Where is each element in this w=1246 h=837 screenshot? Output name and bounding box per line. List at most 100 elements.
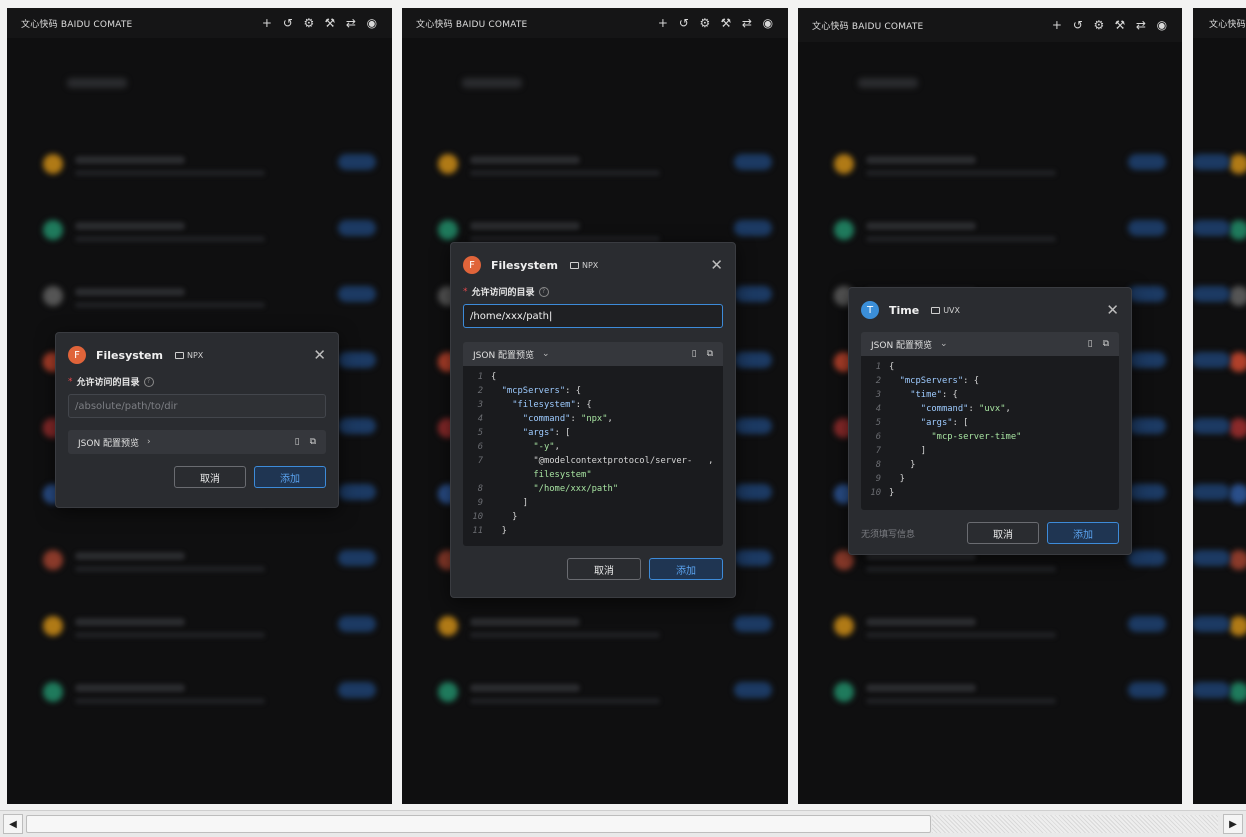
account-icon[interactable]: ◉ bbox=[366, 16, 378, 30]
scroll-right-arrow-icon[interactable]: ▶ bbox=[1223, 814, 1243, 834]
duplicate-icon[interactable]: ⧉ bbox=[310, 437, 316, 447]
history-icon[interactable]: ↺ bbox=[678, 16, 690, 30]
blurred-list-item bbox=[834, 220, 1166, 244]
json-code-view: 1{2 "mcpServers": {3 "time": {4 "command… bbox=[861, 356, 1119, 510]
no-input-hint: 无须填写信息 bbox=[861, 529, 916, 540]
tools-icon[interactable]: ⚒ bbox=[1114, 18, 1126, 32]
cancel-button[interactable]: 取消 bbox=[567, 558, 641, 580]
filesystem-dialog-expanded: F Filesystem NPX ✕ * 允许访问的目录? /home/xxx/p… bbox=[450, 242, 736, 598]
line-number: 10 bbox=[870, 488, 881, 498]
add-button[interactable]: 添加 bbox=[254, 466, 326, 488]
server-avatar: T bbox=[861, 301, 879, 319]
settings-icon[interactable]: ⚙ bbox=[699, 16, 711, 30]
blurred-list-item bbox=[438, 616, 772, 640]
json-code-view: 1{2 "mcpServers": {3 "filesystem": {4 "c… bbox=[463, 366, 723, 546]
code-text: } bbox=[889, 474, 905, 484]
scroll-left-arrow-icon[interactable]: ◀ bbox=[3, 814, 23, 834]
field-label-text: 允许访问的目录 bbox=[471, 288, 535, 298]
code-text: } bbox=[491, 526, 507, 536]
blurred-list-item bbox=[1193, 418, 1246, 442]
directory-input[interactable]: /home/xxx/path | bbox=[463, 304, 723, 328]
monitor-icon bbox=[569, 261, 579, 269]
help-icon[interactable]: ? bbox=[143, 376, 154, 387]
scrollbar-thumb[interactable] bbox=[26, 815, 931, 833]
code-text: filesystem" bbox=[533, 470, 592, 480]
blurred-list-item bbox=[1193, 220, 1246, 244]
copy-icon[interactable]: ▯ bbox=[295, 437, 300, 447]
code-line: 9 } bbox=[861, 472, 1119, 486]
blurred-list-item bbox=[43, 286, 376, 310]
copy-icon[interactable]: ▯ bbox=[1088, 339, 1093, 349]
code-text: "filesystem": { bbox=[512, 400, 592, 410]
blurred-header bbox=[858, 78, 918, 88]
runtime-tag-label: NPX bbox=[186, 350, 204, 360]
panel-4-partial: 文心快码 bbox=[1193, 8, 1246, 804]
code-text: "command": "uvx", bbox=[920, 404, 1011, 414]
code-line: 4 "command": "npx", bbox=[463, 412, 723, 426]
help-icon[interactable]: ? bbox=[538, 286, 549, 297]
blurred-header bbox=[67, 78, 127, 88]
code-text: "/home/xxx/path" bbox=[533, 484, 619, 494]
tools-icon[interactable]: ⚒ bbox=[720, 16, 732, 30]
settings-icon[interactable]: ⚙ bbox=[1093, 18, 1105, 32]
json-preview-label: JSON 配置预览 bbox=[871, 340, 933, 351]
horizontal-scrollbar[interactable]: ◀ ▶ bbox=[0, 810, 1246, 837]
account-icon[interactable]: ◉ bbox=[762, 16, 774, 30]
line-number: 1 bbox=[875, 362, 881, 372]
dialog-title: Time bbox=[889, 303, 920, 317]
swap-icon[interactable]: ⇄ bbox=[1135, 18, 1147, 32]
code-line: 7 ] bbox=[861, 444, 1119, 458]
line-number: 5 bbox=[875, 418, 881, 428]
copy-icon[interactable]: ▯ bbox=[692, 349, 697, 359]
close-icon[interactable]: ✕ bbox=[1106, 302, 1119, 318]
blurred-list-item bbox=[1193, 550, 1246, 574]
close-icon[interactable]: ✕ bbox=[710, 257, 723, 273]
blurred-list-item bbox=[438, 220, 772, 244]
plus-icon[interactable]: + bbox=[1051, 18, 1063, 32]
code-line: 1{ bbox=[861, 360, 1119, 374]
code-text: "command": "npx", bbox=[522, 414, 613, 424]
code-line: 8 } bbox=[861, 458, 1119, 472]
code-line: 3 "filesystem": { bbox=[463, 398, 723, 412]
blurred-list-item bbox=[1193, 484, 1246, 508]
swap-icon[interactable]: ⇄ bbox=[345, 16, 357, 30]
line-number: 10 bbox=[472, 512, 483, 522]
json-preview-toggle[interactable]: JSON 配置预览 ⌄ ▯ ⧉ bbox=[861, 332, 1119, 356]
swap-icon[interactable]: ⇄ bbox=[741, 16, 753, 30]
runtime-tag: NPX bbox=[569, 261, 598, 270]
account-icon[interactable]: ◉ bbox=[1156, 18, 1168, 32]
line-number: 3 bbox=[477, 400, 483, 410]
top-bar: 文心快码 BAIDU COMATE + ↺ ⚙ ⚒ ⇄ ◉ bbox=[798, 8, 1182, 42]
tools-icon[interactable]: ⚒ bbox=[324, 16, 336, 30]
field-label: * 允许访问的目录? bbox=[463, 285, 723, 298]
scrollbar-track[interactable] bbox=[932, 815, 1218, 833]
directory-input[interactable]: /absolute/path/to/dir bbox=[68, 394, 326, 418]
code-text: "time": { bbox=[910, 390, 958, 400]
close-icon[interactable]: ✕ bbox=[313, 347, 326, 363]
json-preview-toggle[interactable]: JSON 配置预览 › ▯ ⧉ bbox=[68, 430, 326, 454]
history-icon[interactable]: ↺ bbox=[282, 16, 294, 30]
cancel-button[interactable]: 取消 bbox=[967, 522, 1039, 544]
monitor-icon bbox=[174, 351, 184, 359]
add-button[interactable]: 添加 bbox=[649, 558, 723, 580]
time-dialog: T Time UVX ✕ JSON 配置预览 ⌄ ▯ ⧉ 1{2 "mcpServe… bbox=[848, 287, 1132, 555]
chevron-down-icon: ⌄ bbox=[940, 339, 948, 349]
line-number: 4 bbox=[477, 414, 483, 424]
cancel-button[interactable]: 取消 bbox=[174, 466, 246, 488]
add-button[interactable]: 添加 bbox=[1047, 522, 1119, 544]
app-title: 文心快码 BAIDU COMATE bbox=[812, 21, 924, 32]
line-number: 9 bbox=[875, 474, 881, 484]
line-number: 2 bbox=[477, 386, 483, 396]
duplicate-icon[interactable]: ⧉ bbox=[1103, 339, 1109, 349]
duplicate-icon[interactable]: ⧉ bbox=[707, 349, 713, 359]
history-icon[interactable]: ↺ bbox=[1072, 18, 1084, 32]
plus-icon[interactable]: + bbox=[657, 16, 669, 30]
plus-icon[interactable]: + bbox=[261, 16, 273, 30]
runtime-tag-label: UVX bbox=[943, 305, 961, 315]
top-bar: 文心快码 BAIDU COMATE + ↺ ⚙ ⚒ ⇄ ◉ bbox=[7, 8, 392, 38]
blurred-list-item bbox=[1193, 154, 1246, 178]
line-number: 8 bbox=[875, 460, 881, 470]
json-preview-toggle[interactable]: JSON 配置预览 ⌄ ▯ ⧉ bbox=[463, 342, 723, 366]
json-preview-label: JSON 配置预览 bbox=[78, 438, 140, 449]
settings-icon[interactable]: ⚙ bbox=[303, 16, 315, 30]
